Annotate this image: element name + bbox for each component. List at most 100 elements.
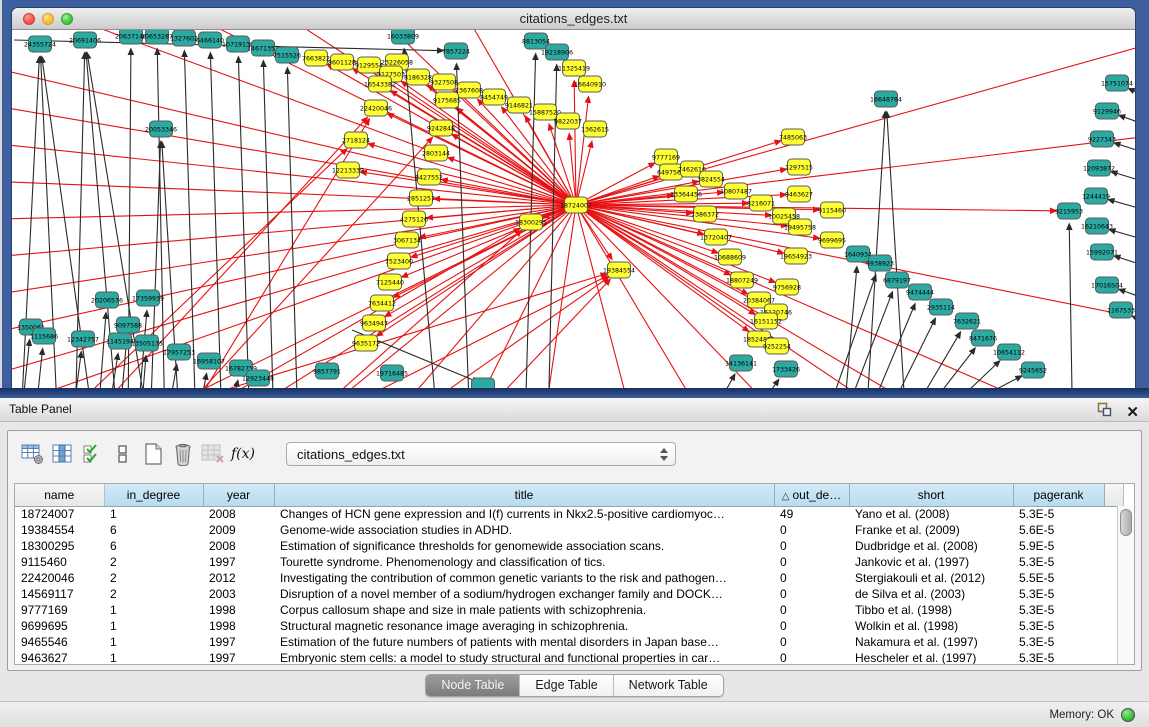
table-row[interactable]: 969969511998Structural magnetic resonanc… <box>15 618 1123 634</box>
cell-name[interactable]: 9699695 <box>15 618 104 634</box>
network-node[interactable]: 1244419 <box>1082 188 1110 204</box>
select-all-icon[interactable] <box>78 440 108 468</box>
cell-title[interactable]: Structural magnetic resonance image aver… <box>274 618 774 634</box>
network-node[interactable]: 8216071 <box>747 195 775 211</box>
create-column-icon[interactable] <box>138 440 168 468</box>
network-node[interactable]: 9115460 <box>818 202 846 218</box>
cell-name[interactable]: 18724007 <box>15 506 104 522</box>
network-node[interactable]: 9129946 <box>1093 103 1121 119</box>
network-node[interactable]: 16640910 <box>574 76 606 92</box>
table-row[interactable]: 1872400712008Changes of HCN gene express… <box>15 506 1123 522</box>
cell-name[interactable]: 22420046 <box>15 570 104 586</box>
cell-short[interactable]: Yano et al. (2008) <box>849 506 1013 522</box>
cell-title[interactable]: Estimation of the future numbers of pati… <box>274 634 774 650</box>
network-node[interactable]: 23364456 <box>670 186 702 202</box>
network-node[interactable]: 18807249 <box>726 272 758 288</box>
network-node[interactable]: 17359939 <box>132 290 164 306</box>
network-node[interactable]: 3824554 <box>697 171 725 187</box>
network-node[interactable]: 2935114 <box>927 299 955 315</box>
cell-title[interactable]: Tourette syndrome. Phenomenology and cla… <box>274 554 774 570</box>
network-node[interactable]: 1167533 <box>1107 302 1135 318</box>
network-node[interactable]: 7125440 <box>376 274 404 290</box>
cell-in_degree[interactable]: 6 <box>104 538 203 554</box>
cell-in_degree[interactable]: 2 <box>104 554 203 570</box>
network-node[interactable]: 9252254 <box>763 338 791 354</box>
table-row[interactable]: 1456911722003Disruption of a novel membe… <box>15 586 1123 602</box>
network-node[interactable]: 9245652 <box>1019 362 1047 378</box>
network-node[interactable]: 6879197 <box>883 272 911 288</box>
function-builder-icon[interactable]: f(x) <box>228 440 258 468</box>
network-node[interactable]: 22420046 <box>360 100 392 116</box>
network-node[interactable]: 8601128 <box>328 54 356 70</box>
cell-name[interactable]: 9115460 <box>15 554 104 570</box>
column-header-year[interactable]: year <box>203 484 274 506</box>
column-header-in_degree[interactable]: in_degree <box>104 484 203 506</box>
cell-pagerank[interactable]: 5.3E-5 <box>1013 634 1104 650</box>
cell-title[interactable]: Changes of HCN gene expression and I(f) … <box>274 506 774 522</box>
cell-in_degree[interactable]: 1 <box>104 618 203 634</box>
network-node[interactable]: 2367608 <box>455 82 483 98</box>
network-node[interactable]: 24355724 <box>24 36 56 52</box>
column-header-title[interactable]: title <box>274 484 774 506</box>
network-node[interactable]: 10654112 <box>993 344 1025 360</box>
network-node[interactable]: 16543382 <box>364 76 396 92</box>
network-node[interactable]: 16210643 <box>1081 218 1113 234</box>
cell-year[interactable]: 1997 <box>203 650 274 665</box>
tab-network-table[interactable]: Network Table <box>614 675 723 696</box>
column-header-short[interactable]: short <box>849 484 1013 506</box>
cell-short[interactable]: Hescheler et al. (1997) <box>849 650 1013 665</box>
network-node[interactable]: 19495758 <box>784 219 816 235</box>
cell-pagerank[interactable]: 5.9E-5 <box>1013 538 1104 554</box>
network-node[interactable]: 1297515 <box>785 159 813 175</box>
cell-pagerank[interactable]: 5.3E-5 <box>1013 618 1104 634</box>
network-node[interactable]: 9215953 <box>1055 203 1083 219</box>
cell-short[interactable]: de Silva et al. (2003) <box>849 586 1013 602</box>
cell-name[interactable]: 9465546 <box>15 634 104 650</box>
network-node[interactable]: 10807487 <box>720 183 752 199</box>
cell-title[interactable]: Disruption of a novel member of a sodium… <box>274 586 774 602</box>
cell-name[interactable]: 14569117 <box>15 586 104 602</box>
cell-in_degree[interactable]: 2 <box>104 586 203 602</box>
network-node[interactable]: 16648784 <box>870 91 902 107</box>
table-row[interactable]: 2242004622012Investigating the contribut… <box>15 570 1123 586</box>
cell-pagerank[interactable]: 5.3E-5 <box>1013 602 1104 618</box>
table-row[interactable]: 1938455462009Genome-wide association stu… <box>15 522 1123 538</box>
network-node[interactable]: 20206576 <box>91 292 123 308</box>
network-node[interactable]: 9699695 <box>818 232 846 248</box>
network-canvas[interactable]: 1872400718300295193845549129554232260589… <box>12 30 1135 388</box>
network-node[interactable]: 7632621 <box>953 313 981 329</box>
network-node[interactable]: 3067134 <box>393 232 421 248</box>
network-node[interactable]: 19654923 <box>780 248 812 264</box>
cell-pagerank[interactable]: 5.3E-5 <box>1013 506 1104 522</box>
network-node[interactable]: 19218906 <box>541 44 573 60</box>
cell-in_degree[interactable]: 1 <box>104 634 203 650</box>
cell-short[interactable]: Tibbo et al. (1998) <box>849 602 1013 618</box>
network-node[interactable]: 2718124 <box>342 132 370 148</box>
column-header-name[interactable]: name <box>15 484 104 506</box>
cell-name[interactable]: 19384554 <box>15 522 104 538</box>
cell-pagerank[interactable]: 5.3E-5 <box>1013 554 1104 570</box>
network-node[interactable]: 13505135 <box>131 335 163 351</box>
cell-year[interactable]: 1997 <box>203 634 274 650</box>
cell-out_degree[interactable]: 0 <box>774 618 849 634</box>
cell-out_degree[interactable]: 0 <box>774 650 849 665</box>
close-panel-icon[interactable]: ✕ <box>1126 405 1139 420</box>
network-node[interactable]: 16958107 <box>193 353 225 369</box>
cell-name[interactable]: 9463627 <box>15 650 104 665</box>
cell-out_degree[interactable]: 0 <box>774 634 849 650</box>
delete-table-icon[interactable] <box>198 440 228 468</box>
cell-short[interactable]: Jankovic et al. (1997) <box>849 554 1013 570</box>
network-node[interactable]: 7523400 <box>385 253 413 269</box>
network-node[interactable]: 2851257 <box>407 190 435 206</box>
table-row[interactable]: 911546021997Tourette syndrome. Phenomeno… <box>15 554 1123 570</box>
network-node[interactable]: 9097588 <box>114 317 142 333</box>
network-node-hub[interactable]: 18724007 <box>560 197 592 213</box>
cell-short[interactable]: Franke et al. (2009) <box>849 522 1013 538</box>
network-node[interactable]: 15751074 <box>1101 75 1133 91</box>
cell-year[interactable]: 1998 <box>203 602 274 618</box>
cell-year[interactable]: 2008 <box>203 506 274 522</box>
table-row[interactable]: 977716911998Corpus callosum shape and si… <box>15 602 1123 618</box>
cell-pagerank[interactable]: 5.5E-5 <box>1013 570 1104 586</box>
network-node[interactable]: 9227343 <box>1088 131 1116 147</box>
cell-out_degree[interactable]: 49 <box>774 506 849 522</box>
